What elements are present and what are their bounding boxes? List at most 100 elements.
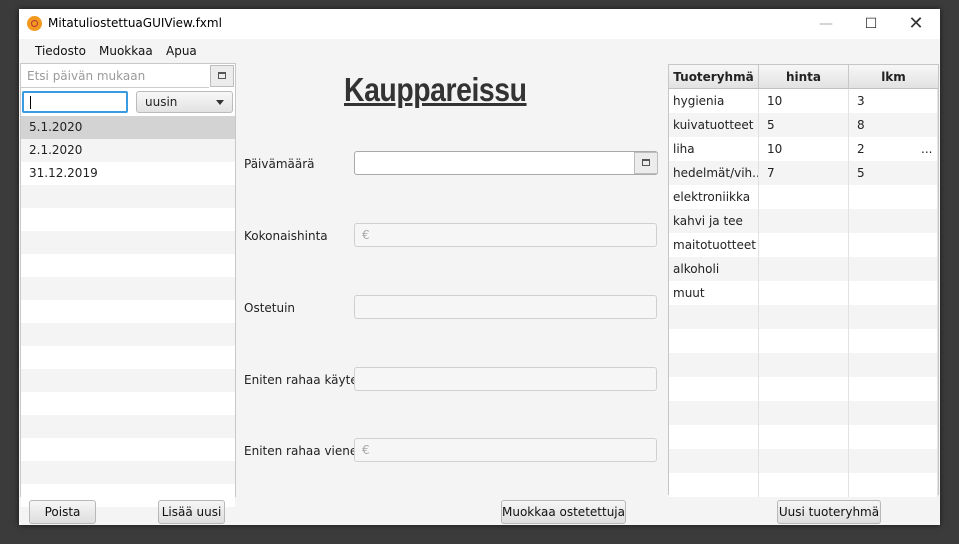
- cell-price[interactable]: [759, 185, 849, 209]
- table-row[interactable]: [669, 449, 938, 473]
- most-spent-group-field[interactable]: €: [354, 438, 657, 462]
- add-new-button[interactable]: Lisää uusi: [158, 500, 225, 524]
- cell-count[interactable]: [849, 233, 938, 257]
- menu-muokkaa[interactable]: Muokkaa: [99, 44, 153, 58]
- cell-count[interactable]: [849, 353, 938, 377]
- date-list-item[interactable]: [21, 277, 235, 300]
- cell-count[interactable]: [849, 329, 938, 353]
- menu-tiedosto[interactable]: Tiedosto: [35, 44, 86, 58]
- cell-group[interactable]: hygienia: [669, 89, 759, 113]
- cell-count[interactable]: 3: [849, 89, 938, 113]
- date-list-item[interactable]: [21, 346, 235, 369]
- date-list-item[interactable]: [21, 185, 235, 208]
- cell-price[interactable]: [759, 233, 849, 257]
- table-row[interactable]: [669, 401, 938, 425]
- close-icon[interactable]: ✕: [906, 14, 926, 34]
- cell-price[interactable]: [759, 329, 849, 353]
- search-calendar-button[interactable]: [210, 65, 234, 87]
- date-list-item[interactable]: [21, 231, 235, 254]
- cell-price[interactable]: 5: [759, 113, 849, 137]
- cell-price[interactable]: [759, 425, 849, 449]
- table-row[interactable]: [669, 329, 938, 353]
- date-search-input[interactable]: Etsi päivän mukaan: [21, 64, 209, 88]
- menu-apua[interactable]: Apua: [166, 44, 197, 58]
- sort-select[interactable]: uusin: [136, 91, 233, 113]
- cell-count[interactable]: 5: [849, 161, 938, 185]
- cell-price[interactable]: 10: [759, 137, 849, 161]
- table-row[interactable]: hedelmät/vih... 7 5: [669, 161, 938, 185]
- cell-group[interactable]: [669, 353, 759, 377]
- maximize-icon[interactable]: ☐: [861, 14, 881, 34]
- cell-price[interactable]: [759, 353, 849, 377]
- date-list-item[interactable]: [21, 323, 235, 346]
- cell-count[interactable]: [849, 209, 938, 233]
- date-list-item[interactable]: [21, 392, 235, 415]
- total-price-field[interactable]: €: [354, 223, 657, 247]
- date-list-item[interactable]: [21, 369, 235, 392]
- table-row[interactable]: [669, 473, 938, 497]
- date-list-item[interactable]: [21, 300, 235, 323]
- cell-count[interactable]: [849, 449, 938, 473]
- cell-group[interactable]: [669, 401, 759, 425]
- cell-group[interactable]: [669, 377, 759, 401]
- product-group-table[interactable]: Tuoteryhmä hinta lkm hygienia 10 3 kuivatuo…: [668, 64, 939, 497]
- column-header-price[interactable]: hinta: [759, 65, 849, 89]
- new-product-group-button[interactable]: Uusi tuoteryhmä: [777, 500, 881, 524]
- most-bought-field[interactable]: [354, 295, 657, 319]
- cell-group[interactable]: muut: [669, 281, 759, 305]
- cell-group[interactable]: [669, 425, 759, 449]
- cell-count[interactable]: [849, 305, 938, 329]
- cell-count[interactable]: 8: [849, 113, 938, 137]
- date-list-item[interactable]: [21, 208, 235, 231]
- table-row[interactable]: muut: [669, 281, 938, 305]
- table-row[interactable]: [669, 425, 938, 449]
- most-spent-field[interactable]: [354, 367, 657, 391]
- cell-count[interactable]: [849, 257, 938, 281]
- table-row[interactable]: kahvi ja tee: [669, 209, 938, 233]
- cell-count[interactable]: [849, 377, 938, 401]
- cell-group[interactable]: hedelmät/vih...: [669, 161, 759, 185]
- date-picker-button[interactable]: [634, 152, 658, 174]
- table-row[interactable]: liha 10 2...: [669, 137, 938, 161]
- table-row[interactable]: [669, 353, 938, 377]
- cell-price[interactable]: [759, 281, 849, 305]
- cell-group[interactable]: [669, 305, 759, 329]
- cell-group[interactable]: kuivatuotteet: [669, 113, 759, 137]
- table-row[interactable]: maitotuotteet: [669, 233, 938, 257]
- cell-group[interactable]: kahvi ja tee: [669, 209, 759, 233]
- date-list-item[interactable]: 2.1.2020: [21, 139, 235, 162]
- delete-button[interactable]: Poista: [29, 500, 96, 524]
- cell-count[interactable]: [849, 185, 938, 209]
- cell-price[interactable]: [759, 377, 849, 401]
- date-list-item[interactable]: [21, 438, 235, 461]
- column-header-group[interactable]: Tuoteryhmä: [669, 65, 759, 89]
- cell-group[interactable]: [669, 473, 759, 497]
- cell-price[interactable]: [759, 209, 849, 233]
- column-header-count[interactable]: lkm: [849, 65, 938, 89]
- cell-price[interactable]: 7: [759, 161, 849, 185]
- edit-purchases-button[interactable]: Muokkaa ostetettuja: [501, 500, 626, 524]
- cell-price[interactable]: [759, 401, 849, 425]
- date-list-item[interactable]: [21, 461, 235, 484]
- cell-price[interactable]: [759, 473, 849, 497]
- date-picker-field[interactable]: [354, 151, 658, 175]
- table-row[interactable]: elektroniikka: [669, 185, 938, 209]
- cell-group[interactable]: liha: [669, 137, 759, 161]
- cell-count[interactable]: [849, 473, 938, 497]
- cell-group[interactable]: [669, 449, 759, 473]
- cell-count[interactable]: [849, 425, 938, 449]
- table-row[interactable]: hygienia 10 3: [669, 89, 938, 113]
- cell-price[interactable]: [759, 449, 849, 473]
- filter-input[interactable]: [22, 91, 128, 113]
- cell-group[interactable]: [669, 329, 759, 353]
- cell-count[interactable]: [849, 281, 938, 305]
- date-list-item[interactable]: [21, 254, 235, 277]
- cell-group[interactable]: elektroniikka: [669, 185, 759, 209]
- table-row[interactable]: [669, 377, 938, 401]
- date-list-item[interactable]: [21, 415, 235, 438]
- table-row[interactable]: [669, 305, 938, 329]
- table-row[interactable]: alkoholi: [669, 257, 938, 281]
- date-list-item[interactable]: 31.12.2019: [21, 162, 235, 185]
- cell-price[interactable]: [759, 305, 849, 329]
- minimize-icon[interactable]: —: [816, 14, 836, 34]
